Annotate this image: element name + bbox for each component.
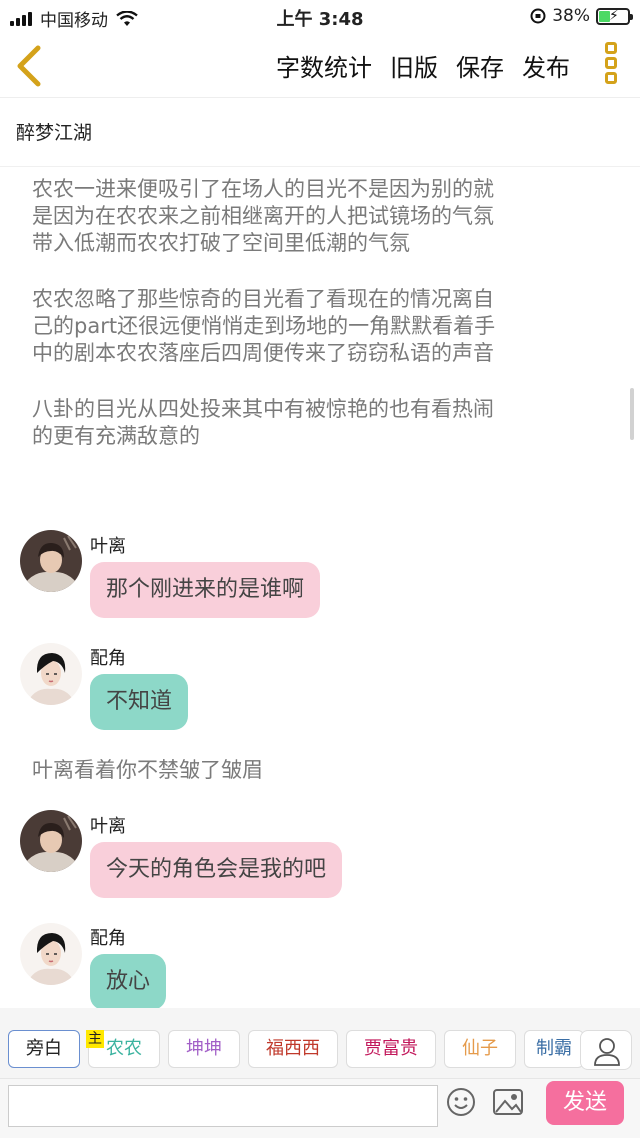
battery-icon: ⚡ xyxy=(596,7,633,25)
avatar-supporting[interactable] xyxy=(20,643,82,705)
narrative-paragraph[interactable]: 农农一进来便吸引了在场人的目光不是因为别的就 是因为在农农来之前相继离开的人把试… xyxy=(32,176,602,257)
nav-actions: 字数统计 旧版 保存 发布 xyxy=(276,48,570,83)
app-screen: 中国移动 上午 3:48 38% ⚡ 字数统计 旧版 保存 发布 醉梦江湖 农农… xyxy=(0,0,640,1138)
speaker-name: 叶离 xyxy=(90,536,126,557)
word-count-button[interactable]: 字数统计 xyxy=(276,48,372,83)
speaker-name: 配角 xyxy=(90,648,126,669)
nav-bar: 字数统计 旧版 保存 发布 xyxy=(0,34,640,98)
publish-button[interactable]: 发布 xyxy=(522,48,570,83)
role-xianzi[interactable]: 仙子 xyxy=(444,1030,516,1068)
narration-line[interactable]: 叶离看着你不禁皱了皱眉 xyxy=(32,754,263,784)
divider xyxy=(0,166,640,167)
role-jiafugui[interactable]: 贾富贵 xyxy=(346,1030,436,1068)
chevron-left-icon[interactable] xyxy=(12,44,46,88)
send-button[interactable]: 发送 xyxy=(546,1081,624,1125)
chat-bubble[interactable]: 那个刚进来的是谁啊 xyxy=(90,562,321,618)
narrative-paragraph[interactable]: 八卦的目光从四处投来其中有被惊艳的也有看热闹 的更有充满敌意的 xyxy=(32,396,602,450)
speaker-name: 配角 xyxy=(90,928,126,949)
rotation-lock-icon xyxy=(530,8,546,24)
speaker-name: 叶离 xyxy=(90,816,126,837)
image-icon[interactable] xyxy=(492,1087,524,1117)
save-button[interactable]: 保存 xyxy=(456,48,504,83)
vertical-dots-icon[interactable] xyxy=(600,42,622,92)
chat-bubble[interactable]: 放心 xyxy=(90,954,167,1010)
scrollbar[interactable] xyxy=(630,388,634,440)
avatar-yeli[interactable] xyxy=(20,530,82,592)
role-fuxixi[interactable]: 福西西 xyxy=(248,1030,338,1068)
message-input[interactable] xyxy=(8,1085,438,1127)
avatar-supporting[interactable] xyxy=(20,923,82,985)
battery-percent: 38% xyxy=(552,6,590,26)
composer-bar: 发送 xyxy=(0,1078,640,1138)
role-zhiba[interactable]: 制霸 xyxy=(524,1030,584,1068)
emoji-icon[interactable] xyxy=(446,1087,476,1117)
chat-bubble[interactable]: 不知道 xyxy=(90,674,189,730)
avatar-yeli[interactable] xyxy=(20,810,82,872)
chat-bubble[interactable]: 今天的角色会是我的吧 xyxy=(90,842,343,898)
role-narrator[interactable]: 旁白 xyxy=(8,1030,80,1068)
person-icon[interactable] xyxy=(580,1030,632,1070)
document-title[interactable]: 醉梦江湖 xyxy=(16,118,92,145)
role-kunkun[interactable]: 坤坤 xyxy=(168,1030,240,1068)
narrative-paragraph[interactable]: 农农忽略了那些惊奇的目光看了看现在的情况离自 己的part还很远便悄悄走到场地的… xyxy=(32,286,602,367)
main-role-badge: 主 xyxy=(86,1030,104,1048)
status-bar: 中国移动 上午 3:48 38% ⚡ xyxy=(0,0,640,34)
old-version-button[interactable]: 旧版 xyxy=(390,48,438,83)
